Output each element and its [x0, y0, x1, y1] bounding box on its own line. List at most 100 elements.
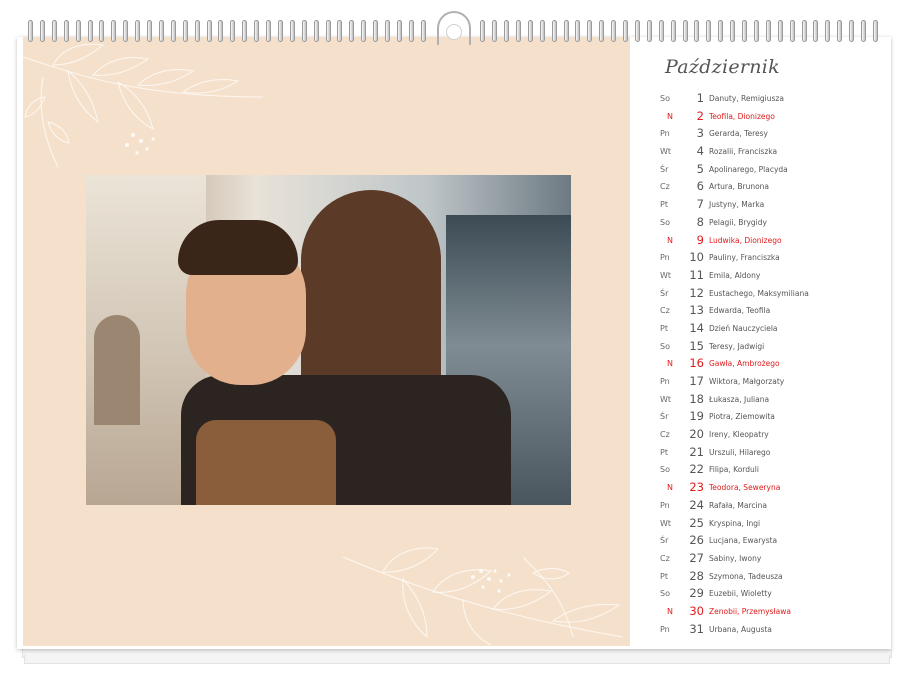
- binding-ring: [135, 20, 141, 42]
- day-number: 4: [696, 144, 704, 159]
- name-day-label: Edwarda, Teofila: [709, 306, 771, 316]
- name-day-label: Apolinarego, Placyda: [709, 164, 788, 174]
- binding-ring: [75, 20, 81, 42]
- binding-ring: [123, 20, 129, 42]
- binding-ring: [813, 20, 819, 42]
- couple-photo: [86, 175, 571, 505]
- binding-ring: [861, 20, 866, 42]
- name-day-label: Ludwika, Dionizego: [709, 235, 782, 245]
- day-row: Śr 5 Apolinarego, Placyda: [660, 161, 860, 179]
- binding-ring: [39, 20, 45, 42]
- name-day-label: Justyny, Marka: [709, 200, 765, 210]
- day-row: So 29 Euzebii, Wioletty: [660, 585, 860, 603]
- day-row: N 9 Ludwika, Dionizego: [660, 232, 860, 250]
- day-number: 3: [696, 126, 704, 141]
- day-number: 29: [689, 586, 704, 601]
- name-day-label: Szymona, Tadeusza: [709, 571, 783, 581]
- photo-archway: [94, 315, 140, 425]
- binding-ring: [218, 20, 224, 42]
- name-day-label: Rozalii, Franciszka: [709, 147, 778, 157]
- day-number: 26: [689, 533, 704, 548]
- hanger-hole: [446, 24, 462, 40]
- binding-ring: [158, 20, 164, 42]
- name-day-label: Teofila, Dionizego: [709, 111, 775, 121]
- binding-ring: [51, 20, 57, 42]
- day-row: Wt 25 Kryspina, Ingi: [660, 515, 860, 533]
- day-number: 30: [689, 603, 704, 618]
- day-number: 16: [689, 356, 704, 371]
- day-row: Pt 14 Dzień Nauczyciela: [660, 320, 860, 338]
- binding-ring: [682, 20, 688, 42]
- name-day-label: Wiktora, Małgorzaty: [709, 377, 785, 386]
- binding-ring: [99, 20, 105, 42]
- floral-decoration-top-icon: [23, 43, 264, 168]
- day-row: Cz 27 Sabiny, Iwony: [660, 550, 860, 568]
- day-list: So 1 Danuty, Remigiusza N 2 Teofila, Dionizeg…: [660, 90, 860, 638]
- day-number: 12: [689, 285, 704, 300]
- day-row: Pn 17 Wiktora, Małgorzaty: [660, 373, 860, 391]
- binding-ring: [230, 20, 236, 42]
- name-day-label: Gerarda, Teresy: [709, 129, 768, 139]
- binding-ring: [599, 20, 605, 42]
- binding-ring: [801, 20, 807, 42]
- name-day-label: Ireny, Kleopatry: [709, 430, 769, 440]
- day-row: Cz 13 Edwarda, Teofila: [660, 302, 860, 320]
- binding-ring: [111, 20, 117, 42]
- day-number: 27: [689, 550, 704, 565]
- day-number: 21: [689, 444, 704, 459]
- name-day-label: Gawła, Ambrożego: [709, 359, 780, 369]
- day-number: 17: [689, 374, 704, 388]
- binding-ring: [242, 20, 248, 42]
- binding-ring: [670, 20, 676, 42]
- photo-panel: [23, 37, 630, 646]
- day-row: Cz 20 Ireny, Kleopatry: [660, 426, 860, 444]
- binding-ring: [694, 20, 700, 42]
- day-row: Wt 18 Łukasza, Juliana: [660, 391, 860, 409]
- day-number: 7: [696, 197, 704, 212]
- day-number: 9: [696, 232, 704, 247]
- day-number: 22: [689, 462, 704, 477]
- binding-ring: [87, 20, 93, 42]
- name-day-label: Kryspina, Ingi: [709, 518, 761, 528]
- binding-ring: [730, 20, 736, 42]
- binding-ring: [313, 20, 319, 42]
- binding-ring: [349, 20, 355, 42]
- binding-ring: [206, 20, 212, 42]
- day-row: Pn 3 Gerarda, Teresy: [660, 125, 860, 143]
- binding-ring: [753, 20, 759, 42]
- name-day-label: Pauliny, Franciszka: [709, 253, 780, 263]
- page-stack-edge: [24, 655, 890, 664]
- day-number: 23: [689, 480, 704, 495]
- day-number: 1: [696, 91, 704, 105]
- binding-ring: [420, 20, 426, 42]
- binding-ring: [718, 20, 724, 42]
- day-number: 5: [696, 161, 704, 176]
- binding-ring: [646, 20, 652, 42]
- day-row: N 23 Teodora, Seweryna: [660, 479, 860, 497]
- floral-decoration-bottom-icon: [342, 547, 624, 646]
- binding-ring: [551, 20, 557, 42]
- name-day-label: Euzebii, Wioletty: [709, 589, 772, 599]
- day-row: Wt 11 Emila, Aldony: [660, 267, 860, 285]
- name-day-label: Artura, Brunona: [709, 182, 770, 192]
- name-day-label: Pelagii, Brygidy: [709, 217, 767, 227]
- day-row: So 8 Pelagii, Brygidy: [660, 214, 860, 232]
- day-number: 8: [696, 214, 704, 229]
- day-number: 19: [689, 409, 704, 424]
- day-row: N 30 Zenobii, Przemysława: [660, 603, 860, 621]
- day-number: 2: [696, 108, 704, 123]
- name-day-label: Zenobii, Przemysława: [709, 606, 791, 616]
- day-number: 11: [689, 267, 704, 282]
- day-number: 15: [689, 338, 704, 353]
- binding-ring: [396, 20, 402, 42]
- day-number: 13: [689, 303, 704, 318]
- day-number: 18: [689, 391, 704, 406]
- day-row: Wt 4 Rozalii, Franciszka: [660, 143, 860, 161]
- binding-ring: [849, 20, 855, 42]
- binding-ring: [765, 20, 771, 42]
- binding-ring: [170, 20, 176, 42]
- binding-ring: [277, 20, 283, 42]
- binding-ring: [182, 20, 188, 42]
- binding-ring: [777, 20, 783, 42]
- binding-ring: [742, 20, 747, 42]
